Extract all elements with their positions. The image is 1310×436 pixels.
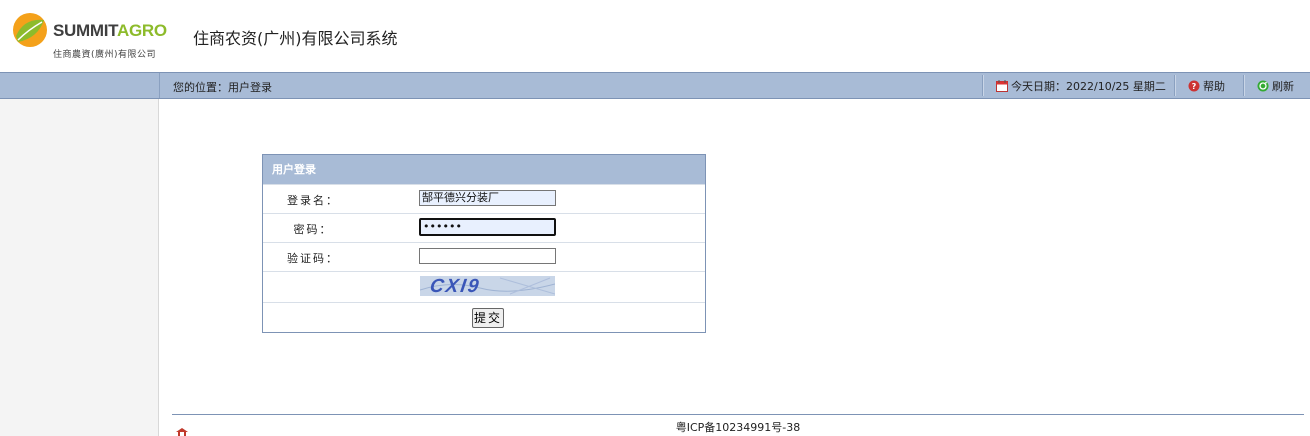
logo-subtitle: 住商農資(廣州)有限公司 bbox=[53, 50, 157, 60]
svg-text:?: ? bbox=[1192, 82, 1197, 91]
password-input[interactable]: •••••• bbox=[419, 218, 556, 236]
captcha-image[interactable]: CXI9 bbox=[420, 276, 555, 296]
captcha-image-row: CXI9 bbox=[263, 271, 705, 302]
current-date: 今天日期：2022/10/25 星期二 bbox=[996, 78, 1166, 94]
breadcrumb: 您的位置：用户登录 bbox=[173, 81, 272, 94]
login-panel-title: 用户登录 bbox=[263, 155, 705, 184]
username-label: 登录名： bbox=[287, 194, 339, 207]
calendar-icon bbox=[996, 80, 1008, 92]
captcha-input-row: 验证码： bbox=[263, 242, 705, 271]
username-input[interactable]: 郜平德兴分装厂 bbox=[419, 190, 556, 206]
left-sidebar bbox=[0, 99, 159, 436]
submit-row: 提交 bbox=[263, 302, 705, 334]
help-label: 帮助 bbox=[1203, 80, 1225, 93]
captcha-text: CXI9 bbox=[428, 276, 482, 296]
login-panel: 用户登录 登录名： 郜平德兴分装厂 密码： •••••• 验证码： CXI9 提… bbox=[262, 154, 706, 333]
nav-left-block bbox=[0, 73, 160, 98]
refresh-label: 刷新 bbox=[1272, 80, 1294, 93]
top-nav-bar: 您的位置：用户登录 今天日期：2022/10/25 星期二 ? 帮助 刷新 bbox=[0, 72, 1310, 99]
nav-divider bbox=[1174, 75, 1176, 96]
captcha-label: 验证码： bbox=[287, 252, 339, 265]
logo-wordmark: SUMMITAGRO bbox=[53, 21, 167, 40]
refresh-link[interactable]: 刷新 bbox=[1257, 78, 1294, 94]
footer-icp: 粤ICP备10234991号-38 bbox=[675, 421, 801, 434]
help-icon: ? bbox=[1188, 80, 1200, 92]
refresh-icon bbox=[1257, 80, 1269, 92]
help-link[interactable]: ? 帮助 bbox=[1188, 78, 1225, 94]
submit-button[interactable]: 提交 bbox=[472, 308, 504, 328]
current-date-text: 今天日期：2022/10/25 星期二 bbox=[1011, 80, 1166, 93]
nav-divider bbox=[1243, 75, 1245, 96]
password-row: 密码： •••••• bbox=[263, 213, 705, 242]
nav-divider bbox=[982, 75, 984, 96]
username-row: 登录名： 郜平德兴分装厂 bbox=[263, 184, 705, 213]
page-header: SUMMITAGRO 住商農資(廣州)有限公司 住商农资(广州)有限公司系统 bbox=[0, 0, 1310, 72]
system-title: 住商农资(广州)有限公司系统 bbox=[193, 29, 398, 48]
police-badge-icon[interactable] bbox=[175, 427, 189, 436]
password-label: 密码： bbox=[293, 223, 333, 236]
leaf-logo-icon bbox=[13, 13, 47, 47]
captcha-input[interactable] bbox=[419, 248, 556, 264]
footer-divider bbox=[172, 414, 1304, 415]
company-logo: SUMMITAGRO 住商農資(廣州)有限公司 bbox=[12, 12, 167, 62]
